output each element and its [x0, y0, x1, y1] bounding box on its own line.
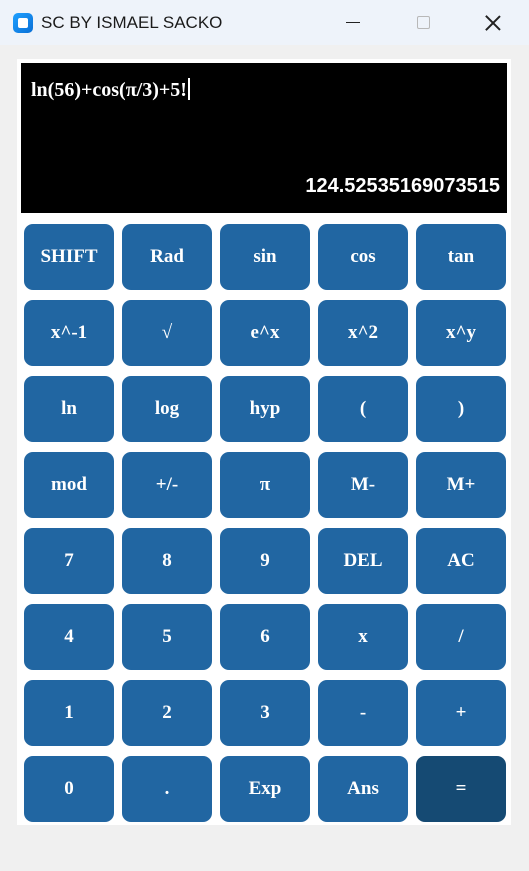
key-6-button[interactable]: 6 [220, 604, 310, 670]
key-memory-minus-button[interactable]: M- [318, 452, 408, 518]
key-mod-button[interactable]: mod [24, 452, 114, 518]
key-9-button[interactable]: 9 [220, 528, 310, 594]
window-bottom-area [0, 825, 529, 871]
key-pi-button[interactable]: π [220, 452, 310, 518]
key-8-button[interactable]: 8 [122, 528, 212, 594]
key-shift-button[interactable]: SHIFT [24, 224, 114, 290]
key-7-button[interactable]: 7 [24, 528, 114, 594]
key-decimal-button[interactable]: . [122, 756, 212, 822]
title-bar: SC BY ISMAEL SACKO [0, 0, 529, 45]
key-hyp-button[interactable]: hyp [220, 376, 310, 442]
key-4-button[interactable]: 4 [24, 604, 114, 670]
key-reciprocal-button[interactable]: x^-1 [24, 300, 114, 366]
key-0-button[interactable]: 0 [24, 756, 114, 822]
key-delete-button[interactable]: DEL [318, 528, 408, 594]
key-square-button[interactable]: x^2 [318, 300, 408, 366]
display-screen[interactable]: ln(56)+cos(π/3)+5! 124.52535169073515 [21, 63, 507, 213]
key-1-button[interactable]: 1 [24, 680, 114, 746]
maximize-icon [416, 16, 430, 29]
minimize-icon [346, 22, 360, 23]
key-log-button[interactable]: log [122, 376, 212, 442]
calculator-body: ln(56)+cos(π/3)+5! 124.52535169073515 SH… [17, 59, 511, 825]
key-5-button[interactable]: 5 [122, 604, 212, 670]
key-sin-button[interactable]: sin [220, 224, 310, 290]
key-memory-plus-button[interactable]: M+ [416, 452, 506, 518]
expression-text: ln(56)+cos(π/3)+5! [31, 79, 187, 101]
key-tan-button[interactable]: tan [416, 224, 506, 290]
key-multiply-button[interactable]: x [318, 604, 408, 670]
window-title: SC BY ISMAEL SACKO [41, 12, 223, 32]
key-ln-button[interactable]: ln [24, 376, 114, 442]
key-open-paren-button[interactable]: ( [318, 376, 408, 442]
key-2-button[interactable]: 2 [122, 680, 212, 746]
key-exp-button[interactable]: Exp [220, 756, 310, 822]
key-divide-button[interactable]: / [416, 604, 506, 670]
key-sqrt-button[interactable]: √ [122, 300, 212, 366]
key-minus-button[interactable]: - [318, 680, 408, 746]
key-cos-button[interactable]: cos [318, 224, 408, 290]
text-caret [187, 78, 190, 100]
close-button[interactable] [458, 0, 528, 45]
key-all-clear-button[interactable]: AC [416, 528, 506, 594]
app-icon [13, 12, 33, 33]
key-negate-button[interactable]: +/- [122, 452, 212, 518]
key-ans-button[interactable]: Ans [318, 756, 408, 822]
key-plus-button[interactable]: + [416, 680, 506, 746]
key-power-button[interactable]: x^y [416, 300, 506, 366]
key-rad-button[interactable]: Rad [122, 224, 212, 290]
key-equals-button[interactable]: = [416, 756, 506, 822]
result-text: 124.52535169073515 [305, 175, 500, 197]
key-close-paren-button[interactable]: ) [416, 376, 506, 442]
key-3-button[interactable]: 3 [220, 680, 310, 746]
key-exp-x-button[interactable]: e^x [220, 300, 310, 366]
expression-line[interactable]: ln(56)+cos(π/3)+5! [31, 78, 190, 102]
minimize-button[interactable] [318, 0, 388, 45]
close-icon [484, 14, 502, 32]
calculator-window: SC BY ISMAEL SACKO ln(56)+cos(π/3)+5! 12… [0, 0, 529, 871]
maximize-button[interactable] [388, 0, 458, 45]
